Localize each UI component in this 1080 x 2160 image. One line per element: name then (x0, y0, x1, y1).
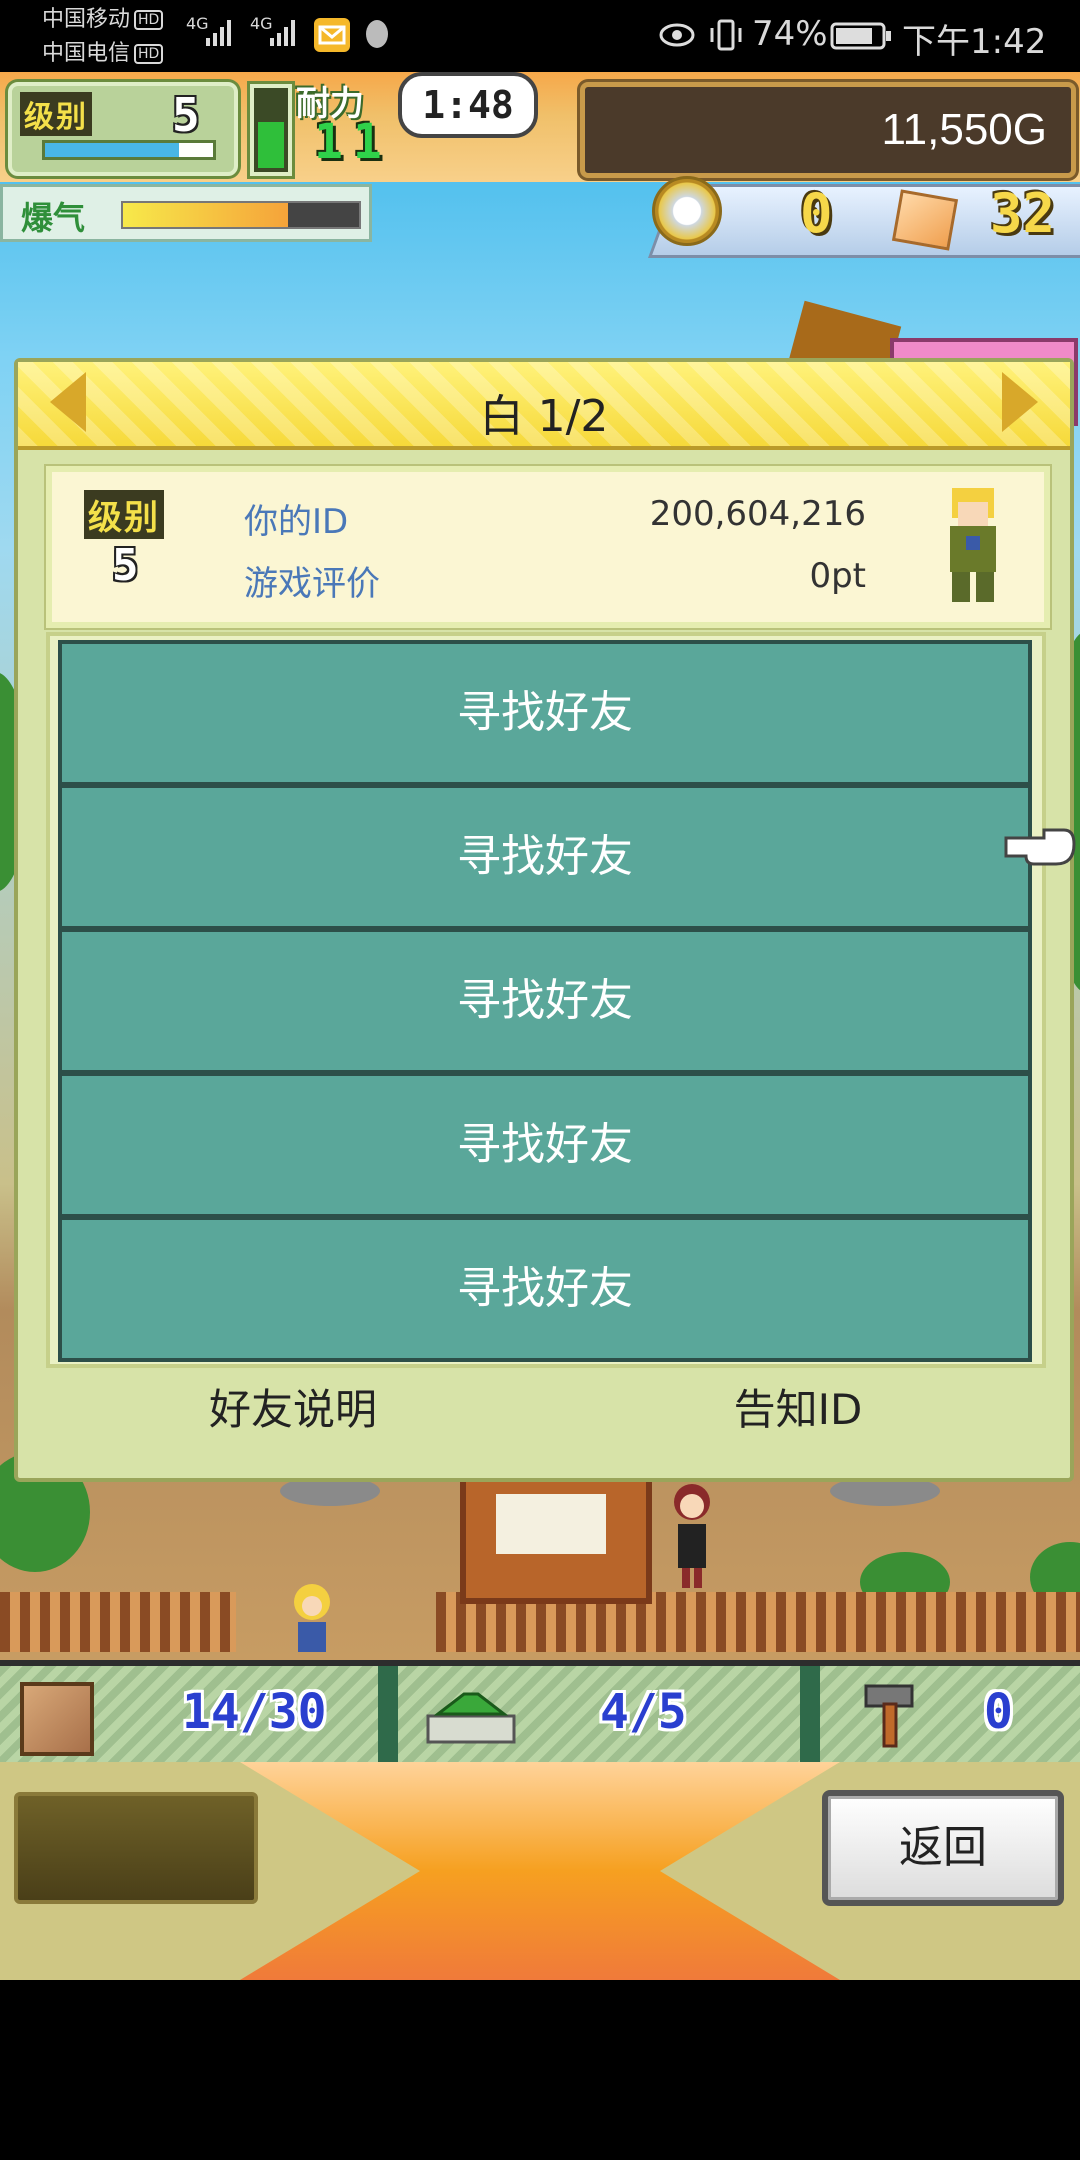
find-friend-slot-4[interactable]: 寻找好友 (58, 1072, 1032, 1218)
mail-notification-icon (314, 18, 350, 52)
gold-panel: 11,550G (580, 82, 1076, 178)
hd-badge-1: HD (134, 10, 164, 30)
friend-help-button[interactable]: 好友说明 (18, 1376, 568, 1437)
signal-icon-2 (270, 18, 300, 46)
bottom-decoration (240, 1762, 840, 1980)
dialog-title: 白 1/2 (479, 391, 609, 442)
boost-bar (121, 201, 361, 229)
carrier-2: 中国电信 (42, 41, 131, 66)
hammer-icon (862, 1680, 918, 1750)
fence-left (0, 1592, 236, 1652)
stamina-timer: 1:48 (398, 72, 538, 138)
battery-percent: 74% (752, 14, 828, 54)
stat-divider-1 (378, 1666, 398, 1764)
find-friend-slot-5[interactable]: 寻找好友 (58, 1216, 1032, 1362)
eye-icon (658, 20, 696, 50)
boost-panel: 爆气 (0, 184, 372, 242)
medal-icon (652, 176, 722, 246)
gem-icon (891, 189, 959, 251)
stat-divider-2 (800, 1666, 820, 1764)
profile-card: 级别 5 你的ID 200,604,216 游戏评价 0pt (46, 466, 1050, 628)
carrier-1: 中国移动 (42, 7, 131, 32)
stat-tools: 0 (984, 1684, 1013, 1740)
rating-label: 游戏评价 (244, 564, 380, 604)
qq-icon (360, 16, 394, 54)
bottom-menu-panel: 返回 (0, 1762, 1080, 1980)
share-id-button[interactable]: 告知ID (538, 1376, 1058, 1437)
id-value: 200,604,216 (649, 494, 866, 534)
find-friend-slot-1[interactable]: 寻找好友 (58, 640, 1032, 786)
empty-menu-slot[interactable] (14, 1792, 258, 1904)
battery-icon (830, 22, 894, 50)
card-level-label: 级别 (84, 490, 164, 539)
stamina-gauge (250, 84, 292, 176)
notice-board[interactable] (460, 1472, 652, 1604)
stamina-gauge-fill (258, 121, 284, 168)
next-arrow-icon[interactable] (1002, 372, 1038, 432)
crate-icon (20, 1682, 94, 1756)
pointer-hand-icon (1004, 824, 1076, 868)
plane-icon (424, 1680, 520, 1750)
gem-count: 32 (990, 182, 1056, 245)
medal-count: 0 (800, 182, 833, 245)
player-avatar (938, 484, 1008, 608)
boost-label: 爆气 (21, 199, 86, 237)
friend-dialog: 白 1/2 级别 5 你的ID 200,604,216 游戏评价 0pt 寻找好… (14, 358, 1074, 1482)
exp-bar-fill (45, 143, 180, 157)
stat-planes: 4/5 (600, 1684, 687, 1740)
stamina-value: 11 (314, 114, 392, 170)
rating-value: 0pt (809, 556, 866, 596)
hd-badge-2: HD (134, 44, 164, 64)
npc-blond[interactable] (286, 1582, 338, 1652)
find-friend-slot-2[interactable]: 寻找好友 (58, 784, 1032, 930)
bottom-stats-bar: 14/30 4/5 0 (0, 1660, 1080, 1768)
signal-icon-1 (206, 18, 236, 46)
id-label: 你的ID (244, 502, 349, 542)
level-value: 5 (172, 88, 200, 142)
friend-list: 寻找好友 寻找好友 寻找好友 寻找好友 寻找好友 (46, 632, 1046, 1368)
exp-bar (42, 140, 216, 160)
boost-bar-fill (123, 203, 289, 227)
stat-items: 14/30 (182, 1684, 327, 1740)
level-label: 级别 (20, 92, 92, 136)
card-level-value: 5 (112, 540, 139, 591)
dialog-header: 白 1/2 (18, 362, 1070, 450)
npc-girl[interactable] (664, 1480, 720, 1590)
status-bar: 中国移动 HD 中国电信 HD 4G 4G 74% 下午1:42 (0, 0, 1080, 72)
level-panel[interactable]: 级别 5 (8, 82, 238, 176)
gold-value: 11,550G (881, 105, 1047, 154)
back-button[interactable]: 返回 (822, 1790, 1064, 1906)
find-friend-slot-3[interactable]: 寻找好友 (58, 928, 1032, 1074)
vibrate-icon (708, 18, 744, 52)
clock: 下午1:42 (902, 22, 1047, 62)
